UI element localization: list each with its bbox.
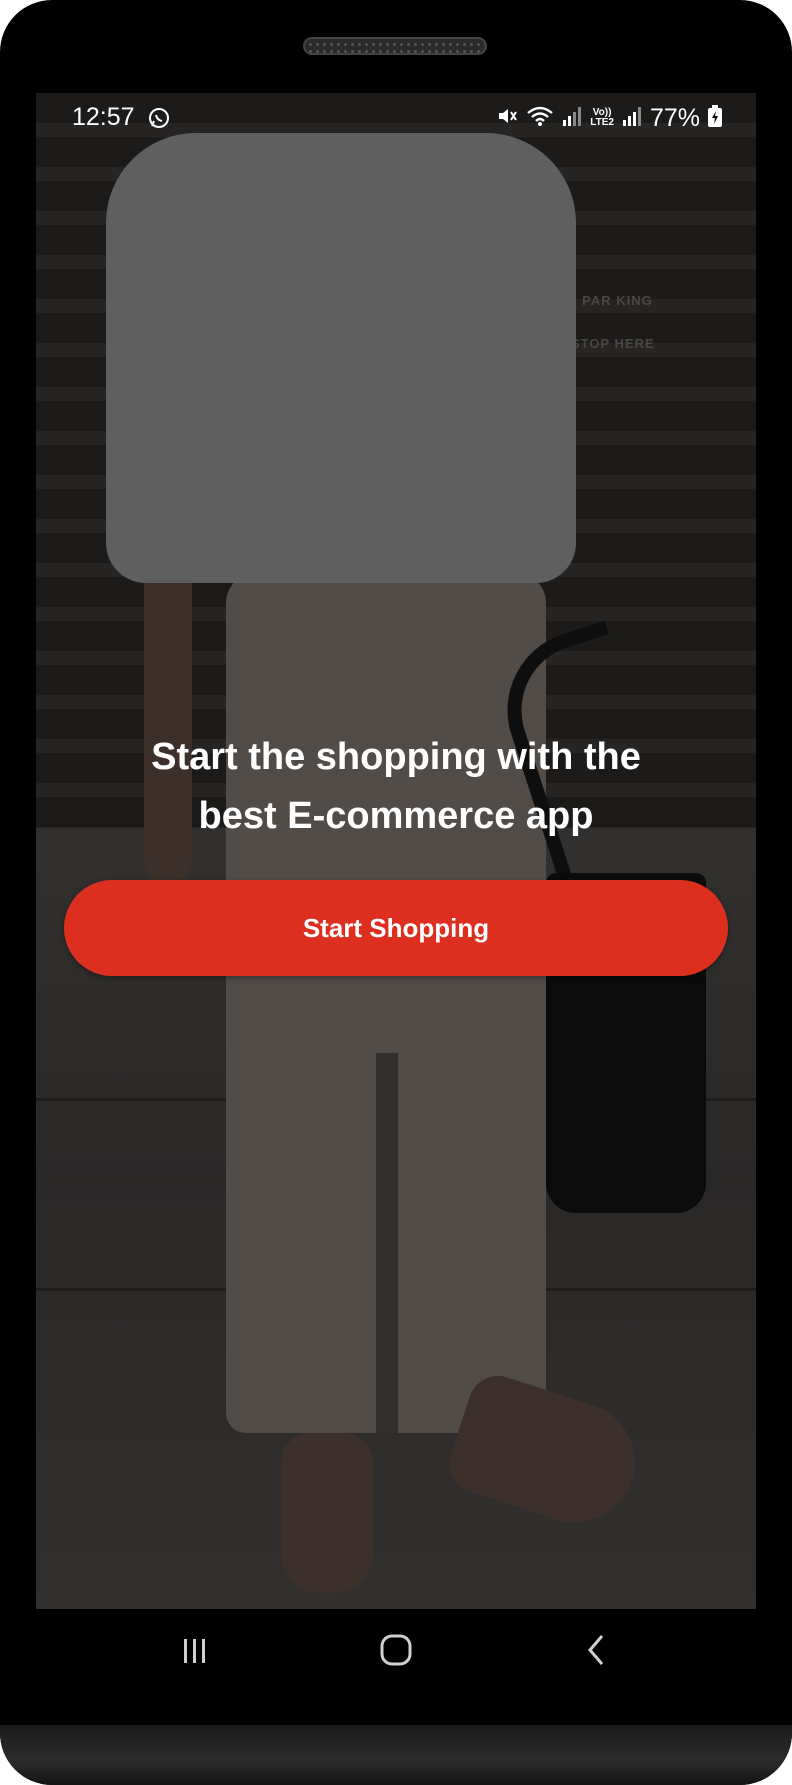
headline-line-1: Start the shopping with the: [151, 736, 641, 778]
recents-icon: [180, 1635, 210, 1670]
status-icons: Vo)) LTE2 77%: [496, 101, 722, 135]
back-icon: [582, 1633, 612, 1672]
lte-label: LTE2: [590, 117, 614, 128]
recents-button[interactable]: [165, 1624, 225, 1680]
status-time: 12:57: [72, 103, 135, 131]
signal-icon: [562, 105, 582, 132]
navigation-bar: [36, 1609, 756, 1695]
home-icon: [379, 1633, 413, 1672]
phone-frame: NG PAR KING N STOP HERE 12:57 Vo)) LTE2 …: [0, 0, 792, 1785]
status-bar: 12:57 Vo)) LTE2 77%: [36, 93, 756, 143]
page-title: Start the shopping with the best E-comme…: [96, 728, 696, 846]
image-overlay: [36, 93, 756, 1609]
volte-lte-badge: Vo)) LTE2: [590, 108, 614, 128]
earpiece-speaker: [303, 37, 487, 55]
back-button[interactable]: [567, 1624, 627, 1680]
battery-percent: 77%: [649, 103, 700, 132]
start-shopping-button[interactable]: Start Shopping: [64, 880, 728, 976]
signal-icon: [622, 105, 642, 132]
home-button[interactable]: [366, 1624, 426, 1680]
app-screen: NG PAR KING N STOP HERE 12:57 Vo)) LTE2 …: [36, 93, 756, 1609]
phone-bottom-bezel: [0, 1725, 792, 1785]
mute-icon: [496, 105, 518, 132]
battery-charging-icon: [708, 104, 722, 132]
headline-line-2: best E-commerce app: [198, 795, 594, 837]
wifi-icon: [526, 105, 554, 132]
whatsapp-icon: [148, 107, 170, 129]
